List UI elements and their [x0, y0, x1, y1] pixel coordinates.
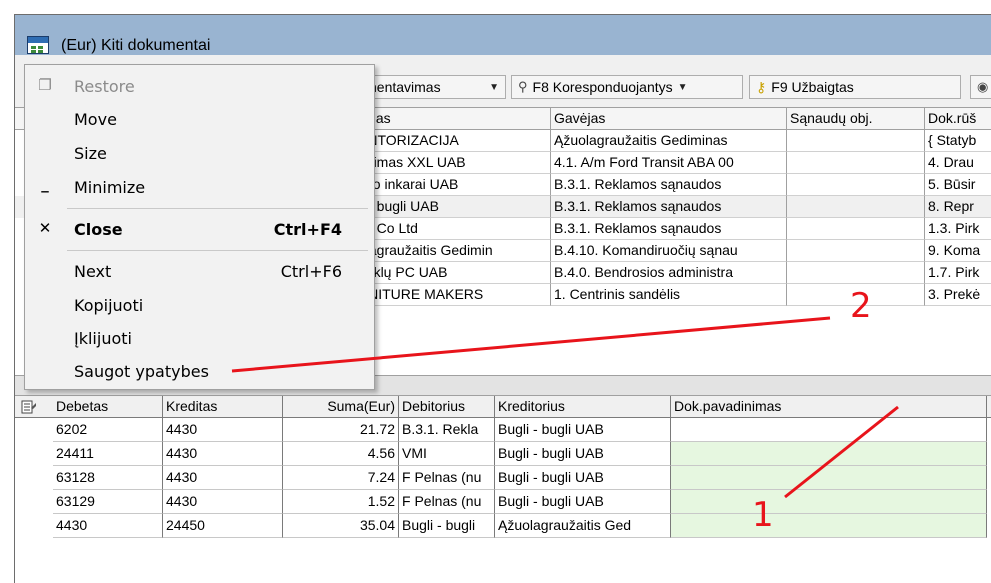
annotation-number-1: 1: [752, 495, 774, 535]
annotation-arrow-2: [231, 316, 831, 373]
annotation-arrow-1: [784, 405, 899, 499]
annotation-number-2: 2: [850, 286, 872, 326]
annotation-overlay: [231, 316, 899, 499]
